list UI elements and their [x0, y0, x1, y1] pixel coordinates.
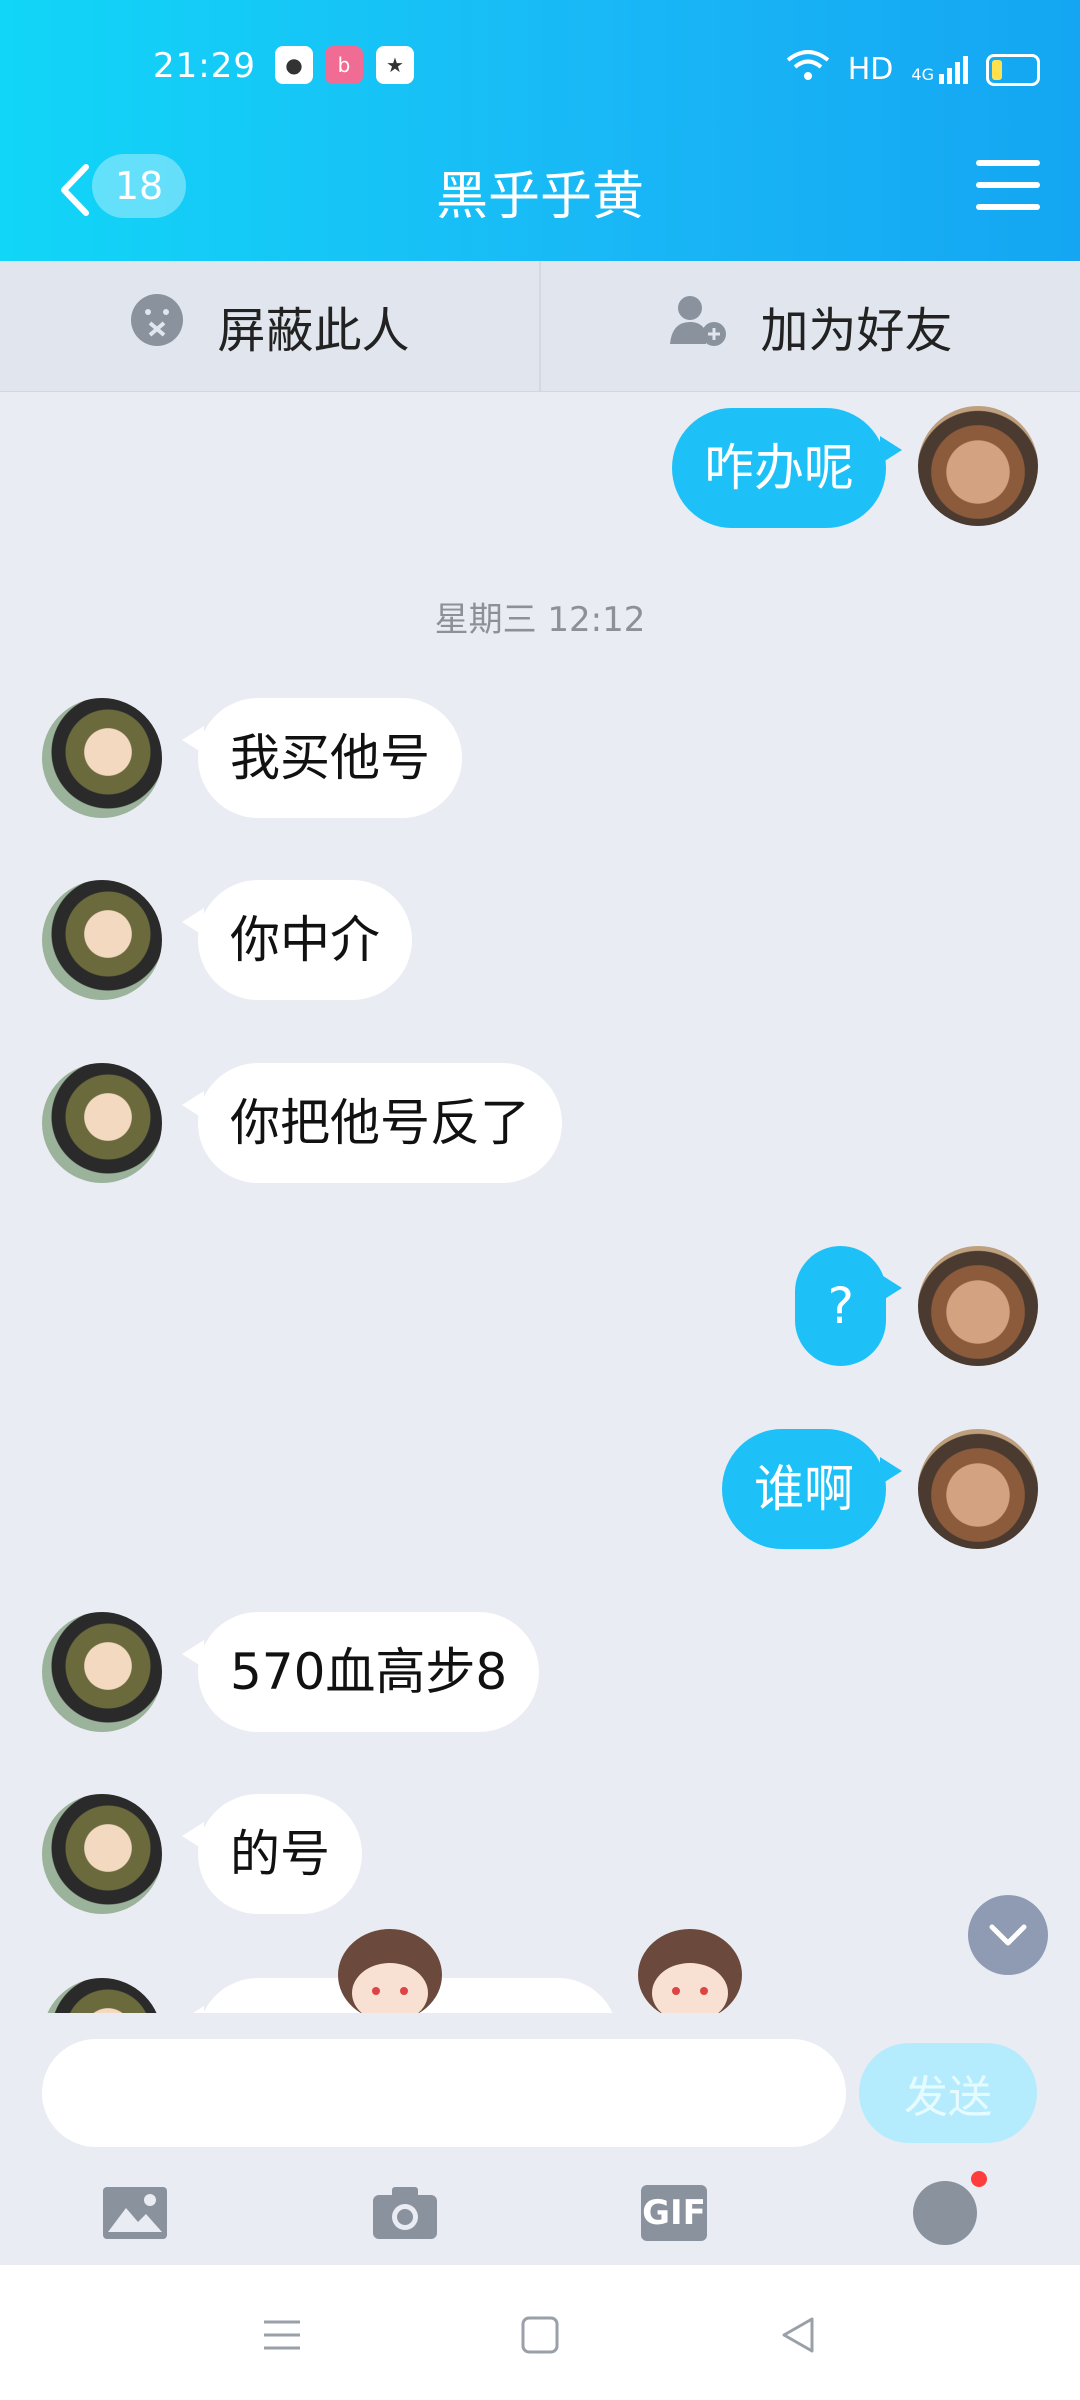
status-bar: 21:29 ● b ★ HD 4G [0, 38, 1080, 98]
block-user-label: 屏蔽此人 [217, 303, 410, 359]
contact-avatar[interactable] [42, 1612, 162, 1732]
network-hd-label: HD [847, 52, 894, 87]
message-timestamp: 星期三 12:12 [434, 600, 646, 640]
message-bubble-incoming[interactable]: 570血高步8 [181, 1612, 540, 1732]
my-avatar[interactable] [918, 1429, 1038, 1549]
home-button[interactable] [510, 2310, 570, 2360]
home-square-icon [521, 2316, 559, 2354]
send-button[interactable]: 发送 [859, 2043, 1037, 2143]
block-face-icon [129, 292, 185, 360]
composer: 发送 GIF [0, 2013, 1080, 2263]
scroll-to-bottom-button[interactable] [968, 1895, 1048, 1975]
chevron-down-icon [989, 1924, 1027, 1946]
cell-signal-icon: 4G [911, 55, 968, 84]
battery-icon [986, 53, 1040, 86]
camera-icon [373, 2187, 437, 2239]
emoji-face-icon [913, 2171, 987, 2245]
camera-button[interactable] [365, 2173, 445, 2253]
star-app-icon: ★ [376, 46, 414, 84]
gif-button[interactable]: GIF [634, 2173, 714, 2253]
my-avatar[interactable] [918, 406, 1038, 526]
emoji-button[interactable] [905, 2171, 987, 2253]
chat-messages[interactable]: 咋办呢 星期三 12:12 我买他号 你中介 你把他号反了 ? 谁啊 570血高… [0, 392, 1080, 2014]
sticker-character [630, 1925, 750, 2025]
wifi-icon [786, 48, 830, 91]
contact-avatar[interactable] [42, 1794, 162, 1914]
action-bar: 屏蔽此人 加为好友 [0, 261, 1080, 392]
status-right: HD 4G [786, 48, 1040, 91]
image-icon [103, 2187, 167, 2239]
message-input[interactable] [42, 2039, 846, 2147]
app-notification-icon: ● [275, 46, 313, 84]
sticker-character [330, 1925, 450, 2025]
message-bubble-incoming[interactable]: 你中介 [182, 880, 412, 1000]
bilibili-icon: b [325, 46, 363, 84]
chat-header: 21:29 ● b ★ HD 4G 18 黑乎乎黄 [0, 0, 1080, 261]
menu-button[interactable] [976, 160, 1040, 218]
composer-toolbar: GIF [0, 2171, 1080, 2263]
message-bubble-outgoing[interactable]: ? [795, 1246, 902, 1366]
contact-avatar[interactable] [42, 1063, 162, 1183]
message-bubble-incoming[interactable]: 的号 [182, 1794, 362, 1914]
add-user-icon [668, 292, 728, 360]
contact-avatar[interactable] [42, 1978, 162, 2014]
title-bar: 18 黑乎乎黄 [0, 140, 1080, 240]
back-nav-button[interactable] [768, 2310, 828, 2360]
notification-dot [971, 2171, 987, 2187]
message-bubble-outgoing[interactable]: 咋办呢 [672, 408, 902, 528]
add-friend-label: 加为好友 [760, 303, 953, 359]
menu-lines-icon [264, 2320, 300, 2350]
message-bubble-incoming[interactable]: 我买他号 [182, 698, 462, 818]
message-bubble-incoming[interactable]: 你把他号反了 [182, 1063, 562, 1183]
block-user-button[interactable]: 屏蔽此人 [0, 261, 539, 391]
signal-label: 4G [911, 64, 934, 84]
recent-apps-button[interactable] [252, 2310, 312, 2360]
gif-icon: GIF [641, 2185, 707, 2241]
chat-title: 黑乎乎黄 [435, 167, 644, 227]
status-time: 21:29 [153, 46, 256, 86]
system-nav-bar [0, 2265, 1080, 2400]
message-bubble-outgoing[interactable]: 谁啊 [722, 1429, 902, 1549]
contact-avatar[interactable] [42, 698, 162, 818]
back-triangle-icon [782, 2317, 814, 2353]
add-friend-button[interactable]: 加为好友 [541, 261, 1080, 391]
image-button[interactable] [95, 2173, 175, 2253]
contact-avatar[interactable] [42, 880, 162, 1000]
my-avatar[interactable] [918, 1246, 1038, 1366]
